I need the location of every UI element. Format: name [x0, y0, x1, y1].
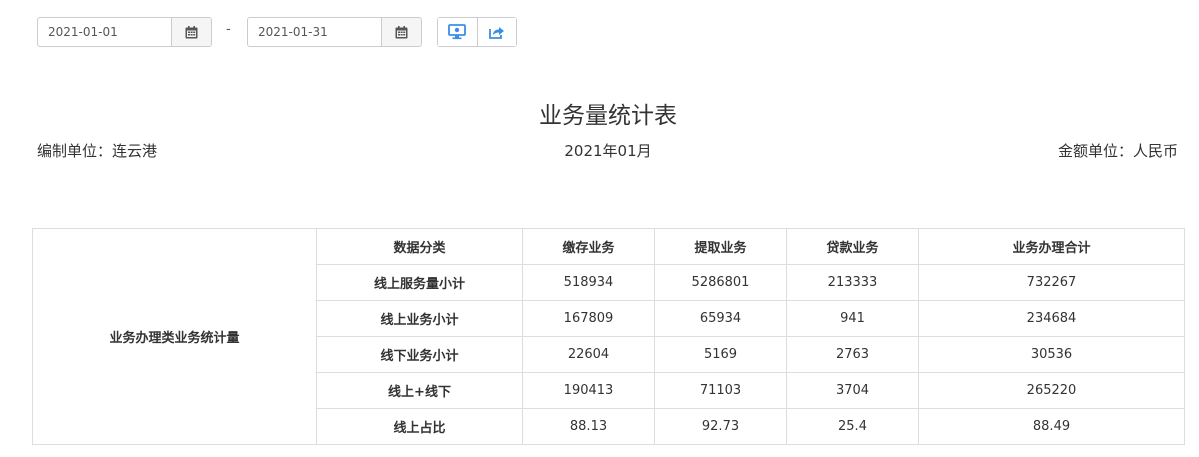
row-label: 线上+线下	[316, 372, 523, 409]
column-header: 数据分类	[316, 228, 523, 265]
table-cell: 65934	[654, 300, 787, 337]
table-cell: 234684	[918, 300, 1185, 337]
table-cell: 30536	[918, 336, 1185, 373]
preview-report-button[interactable]	[438, 18, 477, 46]
share-export-icon	[489, 26, 505, 39]
report-title: 业务量统计表	[539, 103, 677, 129]
calendar-icon	[395, 25, 408, 38]
table-cell: 88.13	[522, 408, 655, 445]
table-cell: 732267	[918, 264, 1185, 301]
table-cell: 5286801	[654, 264, 787, 301]
end-date-picker	[247, 17, 422, 47]
report-period: 2021年01月	[564, 142, 652, 160]
end-date-calendar-button[interactable]	[381, 18, 421, 46]
end-date-input[interactable]	[248, 18, 383, 46]
table-cell: 92.73	[654, 408, 787, 445]
table-cell: 265220	[918, 372, 1185, 409]
row-label: 线上服务量小计	[316, 264, 523, 301]
calendar-icon	[185, 25, 198, 38]
table-cell: 3704	[786, 372, 919, 409]
table-cell: 88.49	[918, 408, 1185, 445]
row-label: 线上占比	[316, 408, 523, 445]
row-label: 线下业务小计	[316, 336, 523, 373]
start-date-picker	[37, 17, 212, 47]
group-label-cell: 业务办理类业务统计量	[32, 228, 317, 445]
start-date-calendar-button[interactable]	[171, 18, 211, 46]
table-cell: 5169	[654, 336, 787, 373]
column-header: 提取业务	[654, 228, 787, 265]
table-cell: 213333	[786, 264, 919, 301]
monitor-icon	[448, 24, 467, 40]
table-cell: 22604	[522, 336, 655, 373]
column-header: 贷款业务	[786, 228, 919, 265]
start-date-input[interactable]	[38, 18, 173, 46]
row-label: 线上业务小计	[316, 300, 523, 337]
table-cell: 518934	[522, 264, 655, 301]
table-cell: 2763	[786, 336, 919, 373]
currency-unit-label: 金额单位：人民币	[1057, 142, 1178, 160]
export-button[interactable]	[476, 18, 516, 46]
table-cell: 190413	[522, 372, 655, 409]
table-header-row: 业务办理类业务统计量 数据分类 缴存业务 提取业务 贷款业务 业务办理合计	[32, 228, 1185, 445]
column-header: 业务办理合计	[918, 228, 1185, 265]
table-cell: 25.4	[786, 408, 919, 445]
date-range-separator: -	[226, 22, 231, 37]
table-cell: 71103	[654, 372, 787, 409]
column-header: 缴存业务	[522, 228, 655, 265]
table-cell: 167809	[522, 300, 655, 337]
action-button-group	[437, 17, 517, 47]
table-cell: 941	[786, 300, 919, 337]
business-statistics-table: 业务办理类业务统计量 数据分类 缴存业务 提取业务 贷款业务 业务办理合计 线上…	[32, 228, 1185, 445]
